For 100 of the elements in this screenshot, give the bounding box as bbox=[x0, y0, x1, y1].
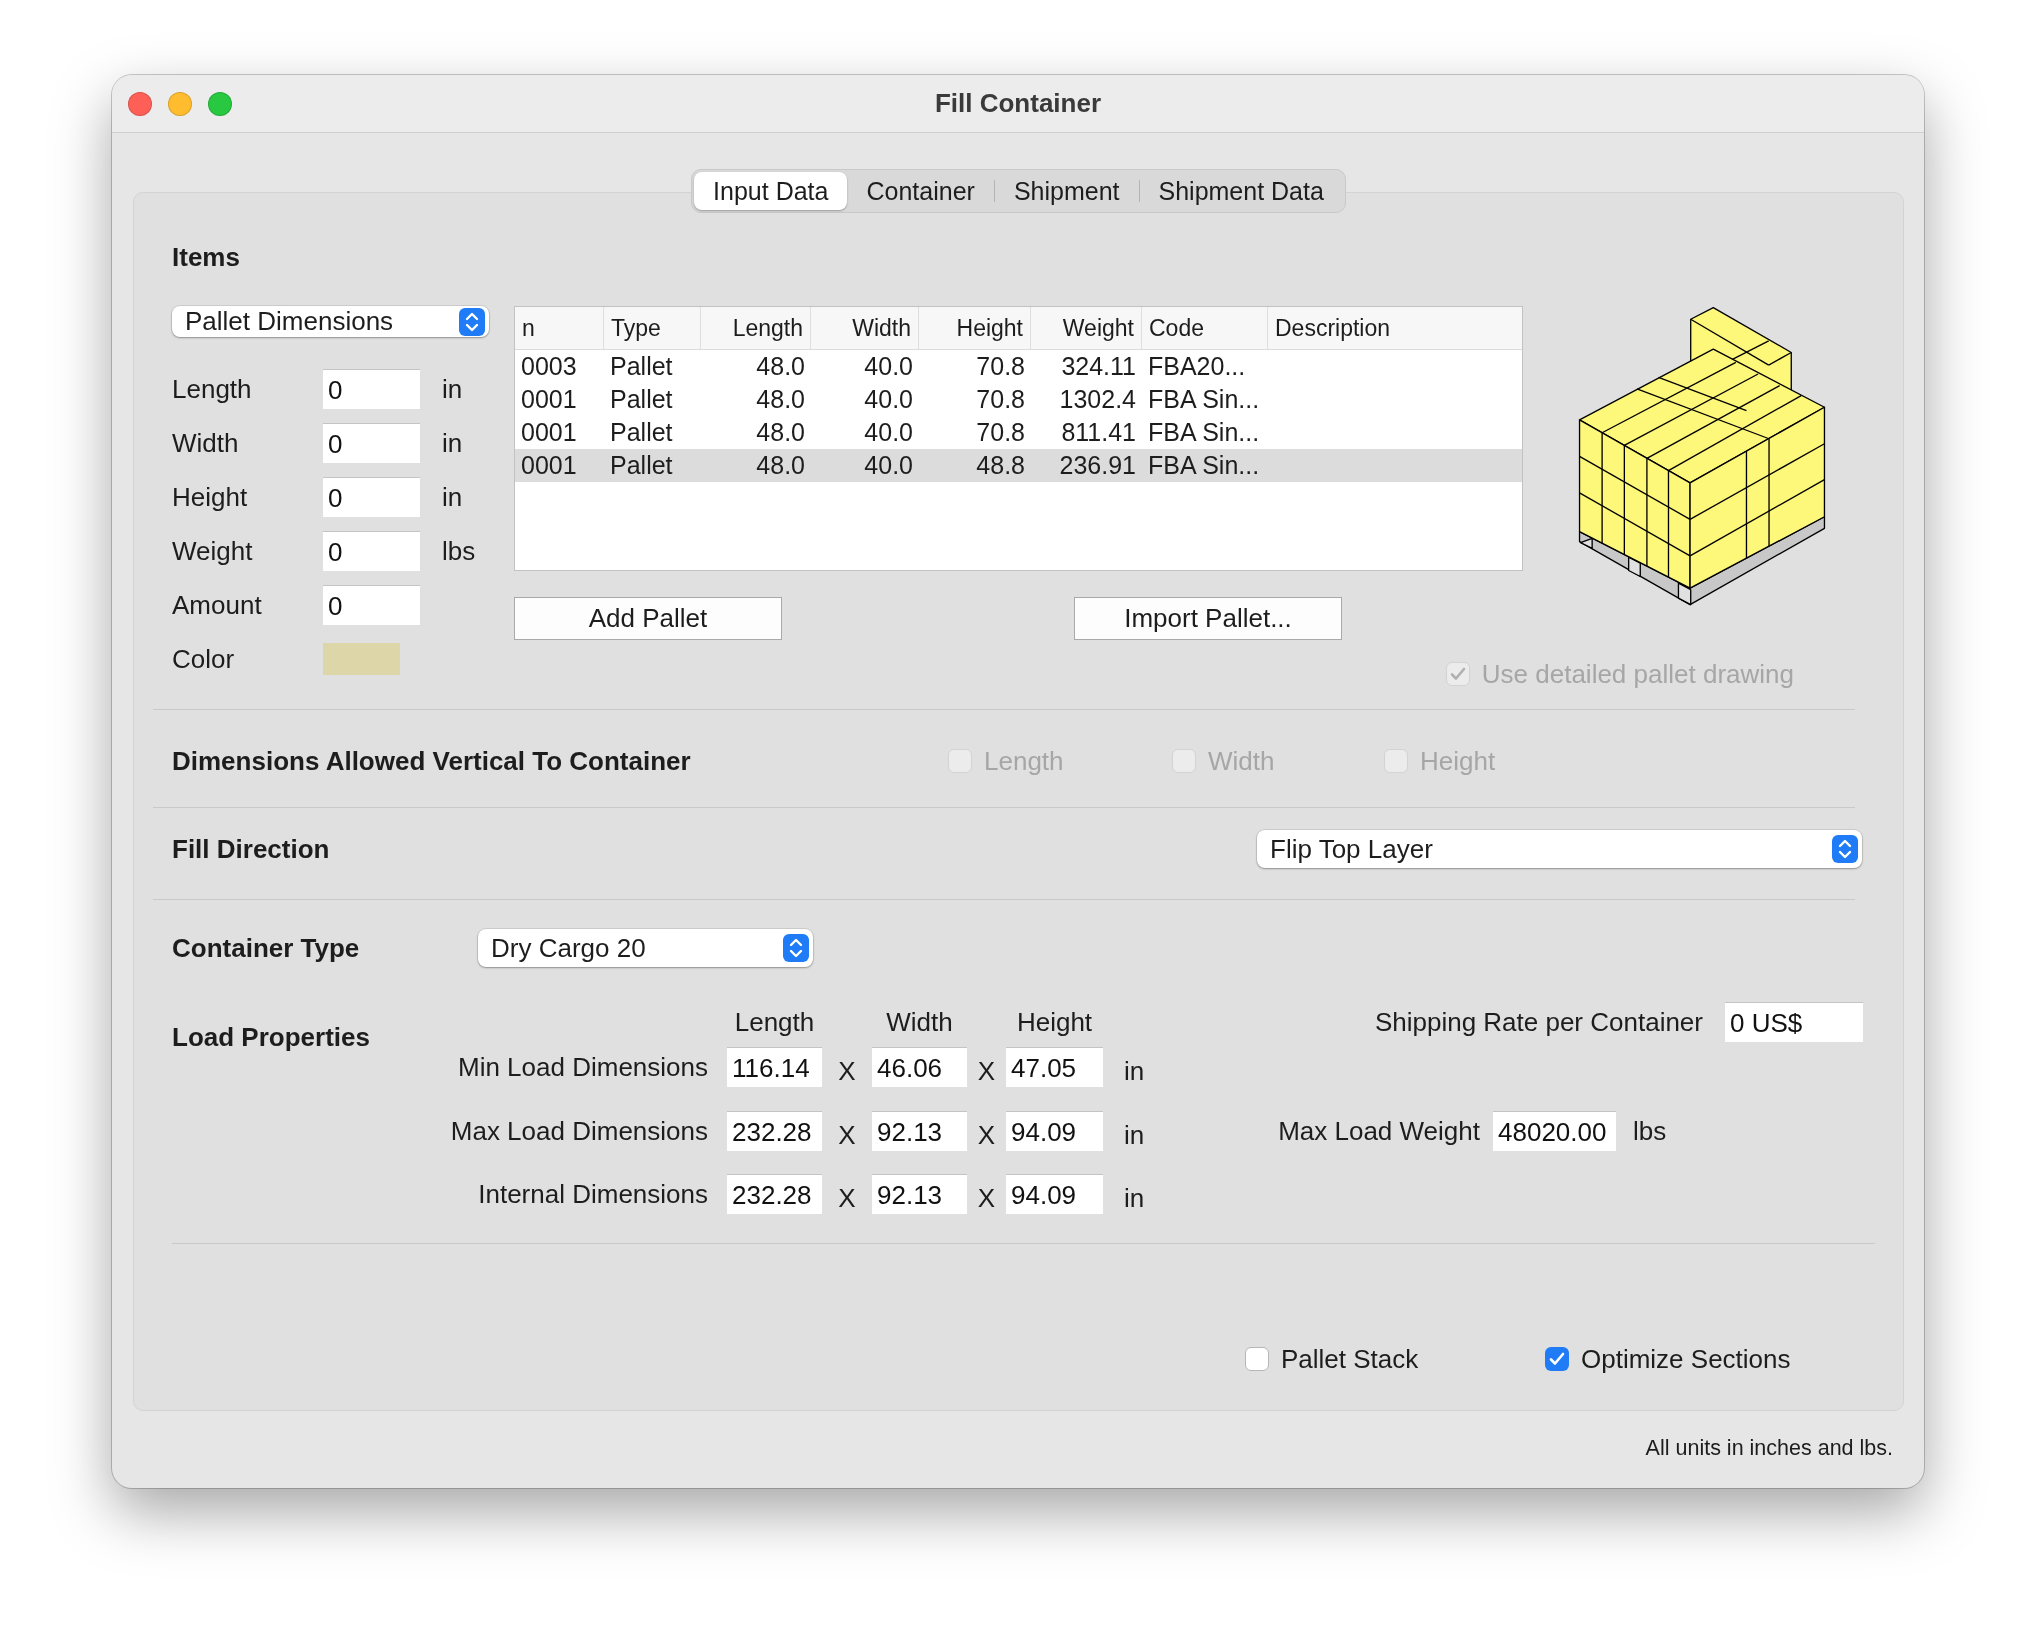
checkbox[interactable] bbox=[1245, 1347, 1269, 1371]
table-cell-text: 70.8 bbox=[975, 420, 1026, 445]
field-label: Width bbox=[172, 427, 240, 459]
table-cell-text: 40.0 bbox=[863, 453, 914, 478]
table-cell-text: 324.11 bbox=[1060, 354, 1137, 379]
input-field[interactable]: 92.13 bbox=[872, 1111, 967, 1151]
section-heading: Load Properties bbox=[172, 1022, 370, 1052]
column-label: Length bbox=[734, 1006, 815, 1038]
table-cell-text: 40.0 bbox=[863, 354, 914, 379]
field-label: Min Load Dimensions bbox=[458, 1051, 708, 1083]
column-header[interactable]: Width bbox=[811, 307, 919, 349]
checkbox[interactable] bbox=[1545, 1347, 1569, 1371]
unit-label: in bbox=[1123, 1055, 1145, 1087]
input-field[interactable]: 92.13 bbox=[872, 1174, 967, 1214]
column-header[interactable]: Description bbox=[1268, 307, 1522, 349]
popup-button[interactable]: Flip Top Layer bbox=[1257, 830, 1862, 868]
times-sign: X bbox=[977, 1182, 996, 1214]
input-field[interactable]: 0 bbox=[323, 423, 420, 463]
minimize-button[interactable] bbox=[168, 91, 192, 116]
footer-note: All units in inches and lbs. bbox=[1645, 1435, 1893, 1461]
checkmark-icon bbox=[1449, 667, 1466, 681]
unit-label: in bbox=[441, 373, 464, 405]
field-label: Weight bbox=[172, 535, 254, 567]
table-cell-text: 48.0 bbox=[755, 387, 806, 412]
input-field[interactable]: 0 US$ bbox=[1725, 1002, 1863, 1042]
updown-icon bbox=[1832, 835, 1858, 863]
updown-icon bbox=[459, 307, 485, 336]
table-cell-text: 48.0 bbox=[755, 453, 806, 478]
checkbox-label: Use detailed pallet drawing bbox=[1481, 658, 1794, 690]
column-header[interactable]: n bbox=[515, 307, 604, 349]
input-field[interactable]: 46.06 bbox=[872, 1047, 967, 1087]
input-field[interactable]: 94.09 bbox=[1006, 1111, 1103, 1151]
field-label: Color bbox=[172, 643, 236, 675]
color-swatch[interactable] bbox=[323, 643, 400, 675]
input-field[interactable]: 0 bbox=[323, 531, 420, 571]
unit-label: in bbox=[441, 481, 464, 513]
updown-icon bbox=[783, 934, 809, 962]
close-button[interactable] bbox=[128, 91, 152, 116]
field-label: Amount bbox=[172, 589, 263, 621]
input-field[interactable]: 116.14 bbox=[727, 1047, 822, 1087]
table-cell-text: FBA Sin... bbox=[1147, 453, 1261, 478]
field-label: Length bbox=[172, 373, 253, 405]
column-header[interactable]: Height bbox=[919, 307, 1031, 349]
checkbox-label: Pallet Stack bbox=[1281, 1343, 1419, 1375]
table-cell-text: 0001 bbox=[520, 420, 578, 445]
table-cell-text: Pallet bbox=[609, 420, 674, 445]
table-cell-text: 1302.4 bbox=[1058, 387, 1137, 412]
unit-label: lbs bbox=[441, 535, 477, 567]
column-header[interactable]: Weight bbox=[1031, 307, 1142, 349]
table-cell-text: 70.8 bbox=[975, 387, 1026, 412]
add-button[interactable]: Add Pallet bbox=[514, 597, 782, 640]
table-cell-text: 40.0 bbox=[863, 387, 914, 412]
column-header[interactable]: Code bbox=[1142, 307, 1268, 349]
import-button[interactable]: Import Pallet... bbox=[1074, 597, 1342, 640]
input-field[interactable]: 0 bbox=[323, 585, 420, 625]
section-heading: Dimensions Allowed Vertical To Container bbox=[172, 745, 691, 777]
unit-label: in bbox=[1123, 1119, 1145, 1151]
input-field[interactable]: 47.05 bbox=[1006, 1047, 1103, 1087]
table-cell-text: 0003 bbox=[520, 354, 578, 379]
input-field[interactable]: 0 bbox=[323, 477, 420, 517]
checkbox-label: Optimize Sections bbox=[1581, 1343, 1791, 1375]
table-cell-text: FBA20... bbox=[1147, 354, 1247, 379]
popup-button[interactable]: Dry Cargo 20 bbox=[478, 929, 813, 967]
window-title: Fill Container bbox=[934, 88, 1102, 119]
input-field[interactable]: 0 bbox=[323, 369, 420, 409]
input-field[interactable]: 94.09 bbox=[1006, 1174, 1103, 1214]
times-sign: X bbox=[838, 1182, 856, 1214]
unit-label: lbs bbox=[1632, 1115, 1667, 1147]
section-heading: Container Type bbox=[172, 932, 360, 964]
field-label: Max Load Weight bbox=[1278, 1115, 1480, 1147]
input-field[interactable]: 48020.00 bbox=[1493, 1111, 1616, 1151]
section-heading: Fill Direction bbox=[172, 833, 330, 865]
field-label: Max Load Dimensions bbox=[450, 1115, 708, 1147]
table-cell-text: Pallet bbox=[609, 387, 674, 412]
unit-label: in bbox=[441, 427, 464, 459]
times-sign: X bbox=[838, 1119, 856, 1151]
checkbox-label: Width bbox=[1208, 745, 1275, 777]
field-label: Shipping Rate per Container bbox=[1374, 1006, 1704, 1038]
table-cell-text: Pallet bbox=[609, 354, 674, 379]
tab[interactable]: Shipment Data bbox=[1139, 172, 1343, 210]
column-header[interactable]: Length bbox=[701, 307, 811, 349]
tab[interactable]: Input Data bbox=[694, 172, 848, 210]
zoom-button[interactable] bbox=[208, 91, 232, 116]
table-row[interactable]: 0001 Pallet 48.0 40.0 48.8 236.91 FBA Sin... bbox=[515, 449, 1522, 482]
unit-label: in bbox=[1123, 1182, 1145, 1214]
popup-button[interactable]: Pallet Dimensions bbox=[172, 306, 489, 337]
times-sign: X bbox=[977, 1119, 996, 1151]
checkmark-icon bbox=[1549, 1352, 1565, 1366]
table-cell-text: 48.0 bbox=[755, 354, 806, 379]
tab[interactable]: Shipment bbox=[994, 172, 1139, 210]
table-cell-text: 811.41 bbox=[1060, 420, 1137, 445]
times-sign: X bbox=[977, 1055, 996, 1087]
column-header[interactable]: Type bbox=[604, 307, 701, 349]
table-cell-text: 48.0 bbox=[755, 420, 806, 445]
tab[interactable]: Container bbox=[847, 172, 994, 210]
input-field[interactable]: 232.28 bbox=[727, 1174, 822, 1214]
table-cell-text: 0001 bbox=[520, 387, 578, 412]
table-cell-text: Pallet bbox=[609, 453, 674, 478]
table-cell-text: 236.91 bbox=[1058, 453, 1137, 478]
input-field[interactable]: 232.28 bbox=[727, 1111, 822, 1151]
